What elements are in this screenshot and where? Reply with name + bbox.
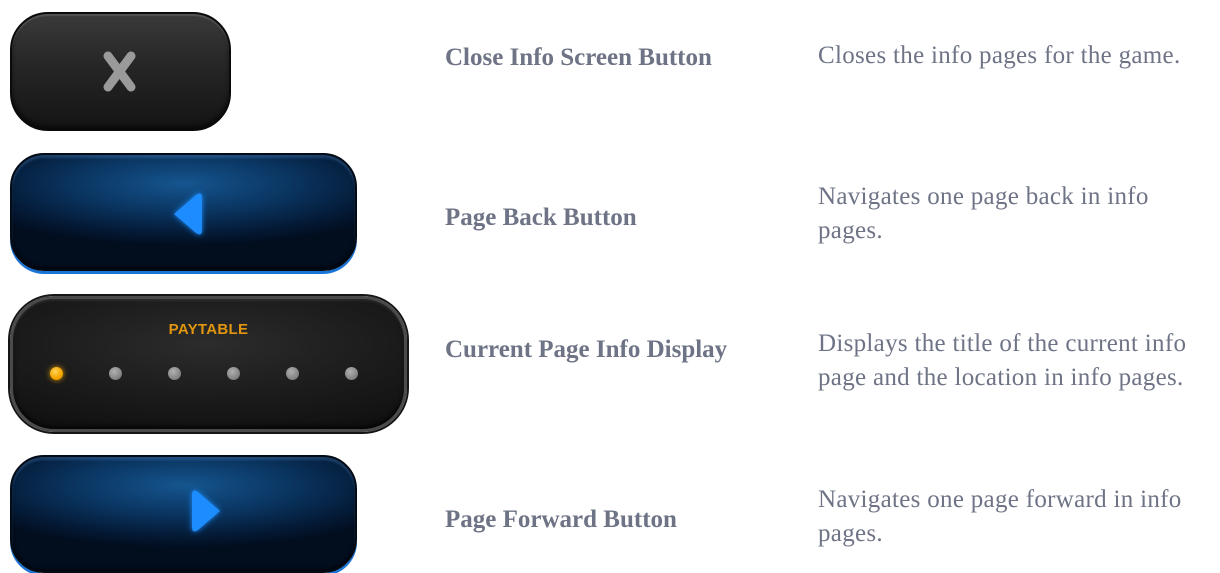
page-dot — [227, 367, 240, 380]
page-dot — [168, 367, 181, 380]
page-dot-active — [50, 367, 63, 380]
triangle-left-icon — [174, 193, 202, 235]
page-dot — [286, 367, 299, 380]
page-forward-button[interactable] — [10, 455, 357, 573]
close-icon — [103, 51, 136, 92]
close-button-label: Close Info Screen Button — [445, 44, 712, 71]
forward-button-description: Navigates one page forward in info pages… — [818, 486, 1182, 547]
forward-button-label: Page Forward Button — [445, 506, 677, 533]
triangle-right-icon — [192, 490, 220, 532]
back-button-label: Page Back Button — [445, 204, 637, 231]
display-description: Displays the title of the current info p… — [818, 330, 1187, 391]
page-back-button[interactable] — [10, 153, 357, 271]
page-dot — [109, 367, 122, 380]
current-page-info-display: PAYTABLE — [10, 296, 407, 432]
back-button-description: Navigates one page back in info pages. — [818, 183, 1149, 244]
display-page-title: PAYTABLE — [168, 321, 249, 338]
page-dot — [345, 367, 358, 380]
page-indicator-dots — [50, 367, 370, 381]
close-button-description: Closes the info pages for the game. — [818, 42, 1181, 69]
display-label: Current Page Info Display — [445, 336, 728, 363]
close-info-screen-button[interactable] — [10, 12, 231, 131]
